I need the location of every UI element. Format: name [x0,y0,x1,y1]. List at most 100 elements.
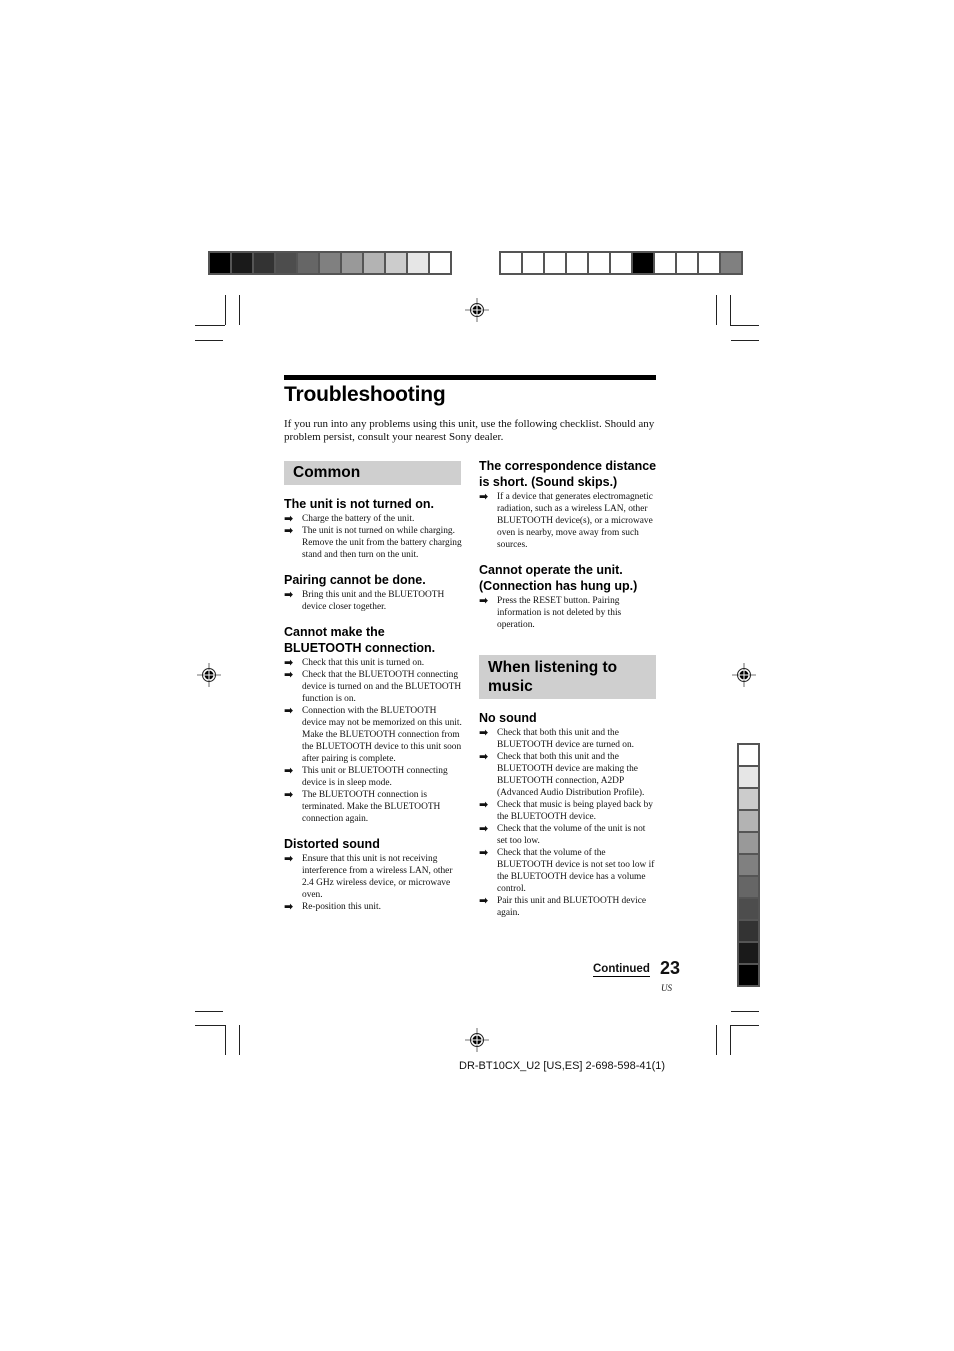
solution-text: Check that the BLUETOOTH connecting devi… [302,670,462,704]
color-swatch [739,767,758,787]
color-swatch [633,253,653,273]
color-swatch [364,253,384,273]
solution-list: ➡ Check that both this unit and the BLUET… [479,727,657,919]
solution-list: ➡ Bring this unit and the BLUETOOTH devic… [284,589,462,613]
arrow-right-icon: ➡ [284,656,294,669]
color-swatch [408,253,428,273]
solution-item: ➡ Pair this unit and BLUETOOTH device aga… [479,895,657,919]
problem-heading: Distorted sound [284,837,380,851]
crop-mark [730,1025,759,1026]
solution-item: ➡ Ensure that this unit is not receiving … [284,853,462,901]
color-swatch [739,921,758,941]
crop-mark [195,325,225,326]
troubleshooting-group: Cannot make the BLUETOOTH connection. ➡ Ch… [284,624,462,825]
troubleshooting-group: The correspondence distance is short. (S… [479,458,657,551]
solution-item: ➡ Check that both this unit and the BLUET… [479,727,657,751]
crop-mark [730,325,759,326]
crop-mark [239,1025,240,1055]
section-heading-music: When listening to music [479,655,656,699]
color-swatch [545,253,565,273]
crop-mark [730,1025,731,1055]
problem-heading: No sound [479,711,537,725]
color-swatch [342,253,362,273]
page-suffix: US [661,983,672,993]
solution-text: Check that the volume of the BLUETOOTH d… [497,848,655,894]
color-swatch [254,253,274,273]
solution-text: The BLUETOOTH connection is terminated. … [302,790,441,824]
color-swatch [739,833,758,853]
solution-item: ➡ Check that both this unit and the BLUET… [479,751,657,799]
registration-mark-icon [732,663,756,687]
color-swatch [739,811,758,831]
color-swatch [739,965,758,985]
solution-item: ➡ Check that the volume of the BLUETOOTH … [479,847,657,895]
troubleshooting-group: Distorted sound ➡ Ensure that this unit is… [284,836,462,913]
solution-text: This unit or BLUETOOTH connecting device… [302,766,448,788]
page-title: Troubleshooting [284,383,446,406]
solution-item: ➡ If a device that generates electromagne… [479,491,657,551]
registration-mark-icon [465,298,489,322]
title-rule [284,375,656,380]
left-column: Common The unit is not turned on. ➡ Charge… [284,461,462,913]
arrow-right-icon: ➡ [479,798,489,811]
arrow-right-icon: ➡ [479,490,489,503]
troubleshooting-group: No sound ➡ Check that both this unit and t… [479,710,657,919]
arrow-right-icon: ➡ [479,894,489,907]
crop-mark [716,295,717,325]
right-column: The correspondence distance is short. (S… [479,458,657,919]
solution-text: If a device that generates electromagnet… [497,492,653,550]
solution-text: Check that both this unit and the BLUETO… [497,752,645,798]
arrow-right-icon: ➡ [479,726,489,739]
solution-text: Check that music is being played back by… [497,800,653,822]
color-swatch [567,253,587,273]
solution-item: ➡ Charge the battery of the unit. [284,513,462,525]
registration-mark-icon [465,1028,489,1052]
color-bar-top-right [499,251,743,275]
color-swatch [523,253,543,273]
arrow-right-icon: ➡ [284,900,294,913]
problem-heading: Cannot operate the unit. (Connection has… [479,563,638,593]
color-swatch [739,877,758,897]
crop-mark [195,340,223,341]
arrow-right-icon: ➡ [479,822,489,835]
color-bar-top-left [208,251,452,275]
color-swatch [739,943,758,963]
color-swatch [739,899,758,919]
solution-item: ➡ This unit or BLUETOOTH connecting devic… [284,765,462,789]
color-swatch [386,253,406,273]
arrow-right-icon: ➡ [479,750,489,763]
solution-item: ➡ Check that music is being played back b… [479,799,657,823]
color-swatch [430,253,450,273]
document-code: DR-BT10CX_U2 [US,ES] 2-698-598-41(1) [459,1060,666,1072]
solution-text: Check that the volume of the unit is not… [497,824,646,846]
solution-text: Check that this unit is turned on. [302,658,425,668]
solution-item: ➡ The unit is not turned on while chargin… [284,525,462,561]
solution-item: ➡ The BLUETOOTH connection is terminated.… [284,789,462,825]
solution-text: Re-position this unit. [302,902,381,912]
solution-list: ➡ Press the RESET button. Pairing informa… [479,595,657,631]
solution-item: ➡ Bring this unit and the BLUETOOTH devic… [284,589,462,613]
color-swatch [677,253,697,273]
solution-item: ➡ Check that this unit is turned on. [284,657,462,669]
registration-mark-icon [197,663,221,687]
color-swatch [276,253,296,273]
color-swatch [739,789,758,809]
solution-text: Charge the battery of the unit. [302,514,415,524]
solution-text: Ensure that this unit is not receiving i… [302,854,453,900]
crop-mark [730,295,731,325]
color-swatch [699,253,719,273]
arrow-right-icon: ➡ [284,852,294,865]
troubleshooting-group: The unit is not turned on. ➡ Charge the ba… [284,496,462,561]
arrow-right-icon: ➡ [479,594,489,607]
arrow-right-icon: ➡ [284,788,294,801]
crop-mark [225,295,226,325]
arrow-right-icon: ➡ [284,668,294,681]
crop-mark [716,1025,717,1055]
solution-item: ➡ Check that the BLUETOOTH connecting dev… [284,669,462,705]
solution-item: ➡ Press the RESET button. Pairing informa… [479,595,657,631]
crop-mark [731,340,759,341]
problem-heading: Pairing cannot be done. [284,573,426,587]
color-swatch [611,253,631,273]
solution-list: ➡ Ensure that this unit is not receiving … [284,853,462,913]
arrow-right-icon: ➡ [284,764,294,777]
